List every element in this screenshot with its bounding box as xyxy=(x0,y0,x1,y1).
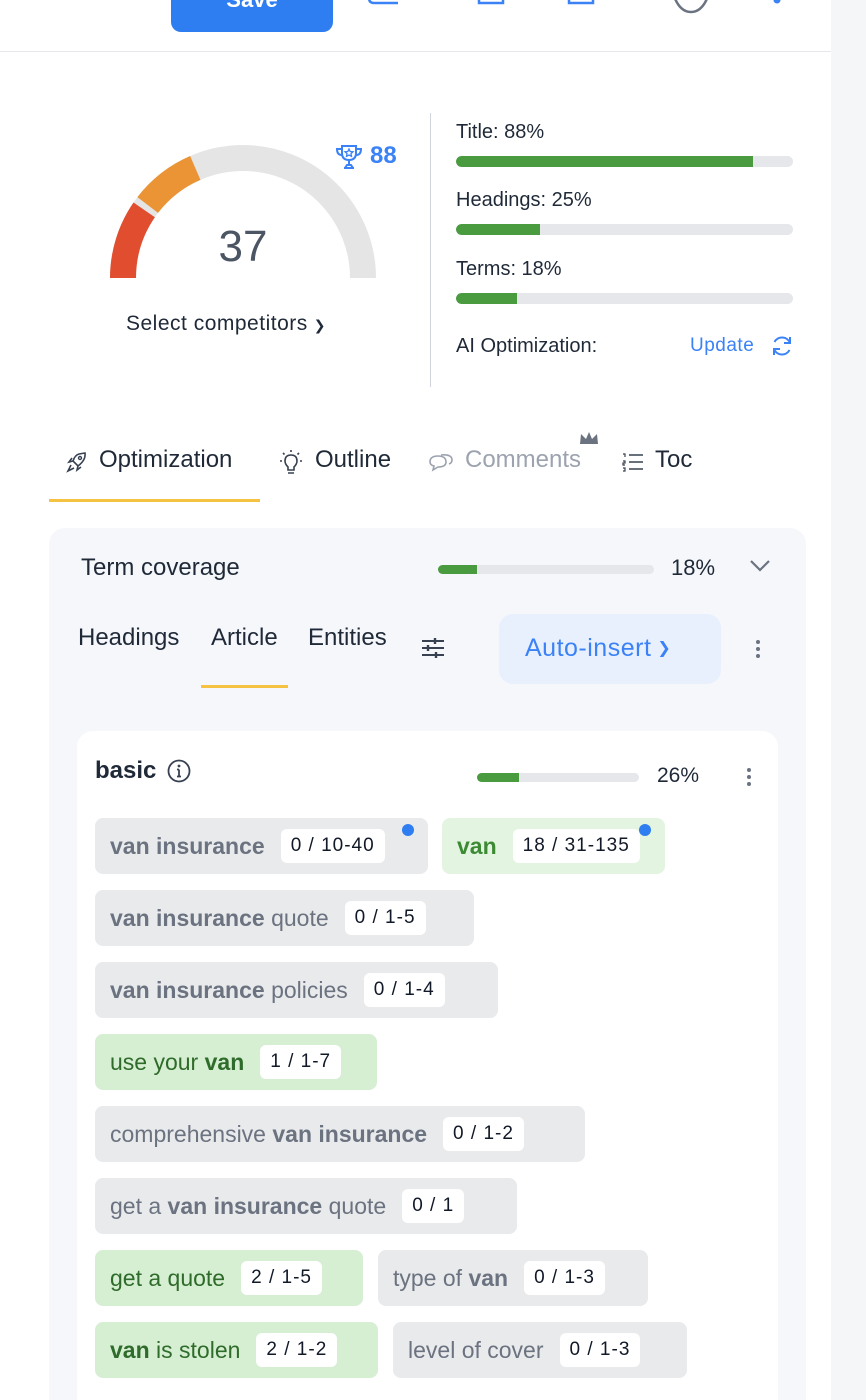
select-competitors-dropdown[interactable]: Select competitors ❯ xyxy=(126,312,326,336)
term-chip[interactable]: van is stolen 2 / 1-2 xyxy=(95,1322,378,1378)
update-link[interactable]: Update xyxy=(690,335,754,357)
headings-progress-fill xyxy=(456,224,541,235)
list-icon xyxy=(622,453,643,472)
term-text: van insurance quote xyxy=(110,904,329,931)
competitor-score: 88 xyxy=(370,142,397,169)
editor-gutter xyxy=(831,0,866,1400)
chevron-down-icon: ❯ xyxy=(313,317,326,333)
terms-progress-fill xyxy=(456,293,517,304)
basic-section-title: basic xyxy=(95,757,157,784)
term-count: 2 / 1-2 xyxy=(256,1333,338,1367)
term-count: 0 / 1-3 xyxy=(559,1333,641,1367)
term-chip[interactable]: comprehensive van insurance 0 / 1-2 xyxy=(95,1106,585,1162)
term-text: get a quote xyxy=(110,1264,226,1291)
auto-insert-button[interactable]: Auto-insert ❯ xyxy=(499,614,721,684)
more-menu-icon[interactable] xyxy=(772,0,782,8)
term-coverage-title: Term coverage xyxy=(81,554,240,581)
save-button[interactable]: Save xyxy=(171,0,333,32)
term-chip[interactable]: get a quote 2 / 1-5 xyxy=(95,1250,363,1306)
term-chip[interactable]: use your van 1 / 1-7 xyxy=(95,1034,377,1090)
headings-progress-bar xyxy=(456,224,793,235)
term-chip[interactable]: get a van insurance quote 0 / 1 xyxy=(95,1178,517,1234)
basic-progress-bar xyxy=(477,773,639,782)
term-text: van is stolen xyxy=(110,1336,241,1363)
term-text: use your van xyxy=(110,1048,245,1075)
copy-icon[interactable] xyxy=(566,0,596,6)
term-text: comprehensive van insurance xyxy=(110,1120,428,1147)
term-coverage-fill xyxy=(438,565,477,574)
document-icon[interactable] xyxy=(476,0,506,6)
auto-insert-label: Auto-insert xyxy=(525,634,652,662)
basic-more-options-icon[interactable] xyxy=(746,767,752,787)
term-count: 0 / 1 xyxy=(402,1189,465,1223)
title-metric-label: Title: 88% xyxy=(456,121,545,143)
history-icon[interactable] xyxy=(668,0,714,14)
collapse-chevron-icon[interactable] xyxy=(748,556,772,576)
term-text: get a van insurance quote xyxy=(110,1192,387,1219)
basic-percent: 26% xyxy=(657,764,700,787)
term-count: 0 / 1-5 xyxy=(344,901,426,935)
tab-outline[interactable]: Outline xyxy=(277,440,391,502)
new-term-dot xyxy=(402,824,414,836)
term-chip[interactable]: type of van 0 / 1-3 xyxy=(378,1250,648,1306)
term-count: 2 / 1-5 xyxy=(241,1261,322,1295)
basic-progress-fill xyxy=(477,773,520,782)
more-options-icon[interactable] xyxy=(755,639,761,659)
term-chip[interactable]: level of cover 0 / 1-3 xyxy=(393,1322,687,1378)
rocket-icon xyxy=(66,452,86,473)
term-count: 18 / 31-135 xyxy=(512,829,640,863)
term-chip[interactable]: van insurance 0 / 10-40 xyxy=(95,818,428,874)
gauge-red-segment xyxy=(110,202,156,279)
term-text: level of cover xyxy=(408,1336,544,1363)
ai-optimization-label: AI Optimization: xyxy=(456,335,598,357)
term-count: 0 / 1-4 xyxy=(363,973,445,1007)
term-text: type of van xyxy=(393,1264,509,1291)
terms-progress-bar xyxy=(456,293,793,304)
tab-comments-label: Comments xyxy=(465,446,582,473)
term-coverage-bar xyxy=(438,565,654,574)
term-text: van insurance policies xyxy=(110,976,348,1003)
content-score: 37 xyxy=(218,222,268,271)
terms-metric-label: Terms: 18% xyxy=(456,258,562,280)
term-chip[interactable]: van insurance policies 0 / 1-4 xyxy=(95,962,498,1018)
filter-settings-icon[interactable] xyxy=(420,636,446,660)
term-count: 1 / 1-7 xyxy=(260,1045,342,1079)
refresh-icon[interactable] xyxy=(770,334,794,358)
vertical-divider xyxy=(430,113,431,387)
tab-outline-label: Outline xyxy=(315,446,392,473)
title-progress-fill xyxy=(456,156,753,167)
subtab-article[interactable]: Article xyxy=(201,624,288,688)
subtab-entities[interactable]: Entities xyxy=(308,624,387,688)
chevron-down-icon: ❯ xyxy=(657,640,672,657)
tab-optimization-label: Optimization xyxy=(99,446,233,473)
term-text: van xyxy=(457,832,497,859)
top-toolbar: Save xyxy=(0,0,831,52)
select-competitors-label: Select competitors xyxy=(126,312,308,335)
new-term-dot xyxy=(639,824,651,836)
term-chip[interactable]: van 18 / 31-135 xyxy=(442,818,665,874)
subtab-headings[interactable]: Headings xyxy=(78,624,179,688)
tab-toc-label: Toc xyxy=(655,446,693,473)
term-count: 0 / 1-2 xyxy=(443,1117,524,1151)
term-count: 0 / 1-3 xyxy=(524,1261,605,1295)
comments-icon xyxy=(429,454,453,472)
optimization-panel: Save 37 88 Select competitors ❯ Title: 88… xyxy=(0,0,831,1400)
title-progress-bar xyxy=(456,156,793,167)
info-icon[interactable] xyxy=(167,759,191,783)
tab-optimization[interactable]: Optimization xyxy=(49,440,260,502)
term-text: van insurance xyxy=(110,832,265,859)
term-count: 0 / 10-40 xyxy=(280,829,385,863)
comment-icon[interactable] xyxy=(366,0,400,6)
lightbulb-icon xyxy=(280,450,302,474)
term-chip[interactable]: van insurance quote 0 / 1-5 xyxy=(95,890,474,946)
headings-metric-label: Headings: 25% xyxy=(456,189,592,211)
term-coverage-percent: 18% xyxy=(671,555,716,580)
tab-toc[interactable]: Toc xyxy=(621,440,692,502)
main-tabs: Optimization Outline Comments Toc xyxy=(49,440,769,502)
gauge-orange-segment xyxy=(137,155,201,214)
trophy-icon xyxy=(335,145,363,169)
tab-comments[interactable]: Comments xyxy=(427,440,581,502)
